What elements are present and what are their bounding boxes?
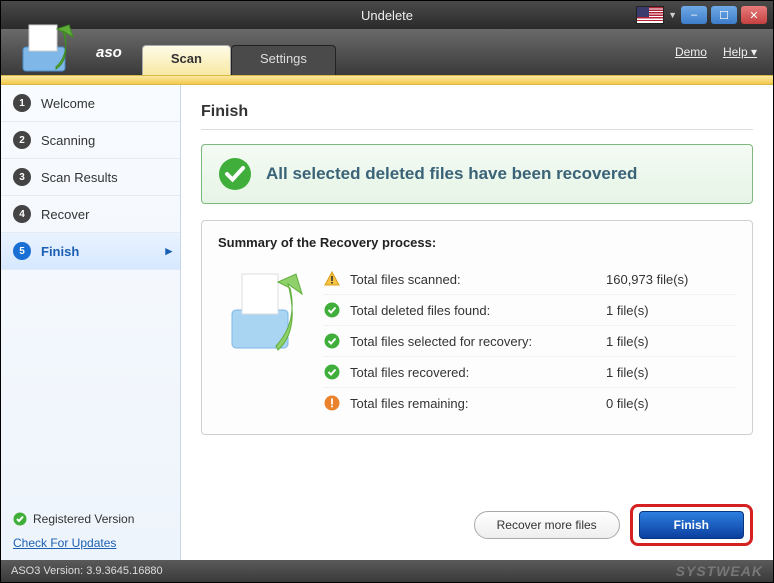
sidebar-step-recover[interactable]: 4 Recover — [1, 196, 180, 233]
sidebar-step-scan-results[interactable]: 3 Scan Results — [1, 159, 180, 196]
statusbar: ASO3 Version: 3.9.3645.16880 SYSTWEAK — [1, 560, 773, 582]
summary-row-label: Total files remaining: — [350, 396, 606, 411]
step-label: Scan Results — [41, 170, 118, 185]
success-message: All selected deleted files have been rec… — [266, 164, 637, 184]
brand-label: aso — [96, 44, 122, 61]
watermark: SYSTWEAK — [676, 563, 763, 579]
summary-row: Total files remaining:0 file(s) — [324, 388, 736, 418]
summary-row-value: 1 file(s) — [606, 303, 736, 318]
summary-row: Total files scanned:160,973 file(s) — [324, 264, 736, 295]
registered-status: Registered Version — [13, 512, 168, 526]
error-icon — [324, 395, 340, 411]
check-updates-link[interactable]: Check For Updates — [13, 536, 168, 550]
sidebar: 1 Welcome 2 Scanning 3 Scan Results 4 Re… — [1, 85, 181, 560]
step-number-icon: 4 — [13, 205, 31, 223]
language-dropdown-icon[interactable]: ▼ — [668, 10, 677, 20]
summary-row: Total files recovered:1 file(s) — [324, 357, 736, 388]
gold-separator — [1, 75, 773, 85]
step-number-icon: 2 — [13, 131, 31, 149]
version-label: ASO3 Version: 3.9.3645.16880 — [11, 565, 163, 577]
step-number-icon: 3 — [13, 168, 31, 186]
titlebar: Undelete ▼ – ☐ ✕ — [1, 1, 773, 29]
main-content: Finish All selected deleted files have b… — [181, 85, 773, 560]
sidebar-step-finish[interactable]: 5 Finish — [1, 233, 180, 270]
tab-settings[interactable]: Settings — [231, 45, 336, 75]
sidebar-step-scanning[interactable]: 2 Scanning — [1, 122, 180, 159]
step-label: Recover — [41, 207, 89, 222]
summary-panel: Summary of the Recovery process: Total f… — [201, 220, 753, 435]
help-link[interactable]: Help ▾ — [723, 45, 757, 59]
sidebar-step-welcome[interactable]: 1 Welcome — [1, 85, 180, 122]
step-label: Welcome — [41, 96, 95, 111]
summary-title: Summary of the Recovery process: — [218, 235, 736, 250]
summary-row-value: 160,973 file(s) — [606, 272, 736, 287]
divider — [201, 129, 753, 130]
check-icon — [324, 333, 340, 349]
summary-row: Total files selected for recovery:1 file… — [324, 326, 736, 357]
step-label: Finish — [41, 244, 79, 259]
check-icon — [13, 512, 27, 526]
summary-row-label: Total deleted files found: — [350, 303, 606, 318]
step-number-icon: 1 — [13, 94, 31, 112]
success-banner: All selected deleted files have been rec… — [201, 144, 753, 204]
demo-link[interactable]: Demo — [675, 45, 707, 59]
summary-row-value: 1 file(s) — [606, 365, 736, 380]
success-check-icon — [218, 157, 252, 191]
header: aso Scan Settings Demo Help ▾ — [1, 29, 773, 75]
tab-scan[interactable]: Scan — [142, 45, 231, 75]
maximize-button[interactable]: ☐ — [711, 6, 737, 24]
recover-more-button[interactable]: Recover more files — [474, 511, 620, 539]
page-title: Finish — [201, 103, 753, 121]
shredder-logo-icon — [11, 19, 81, 79]
check-icon — [324, 302, 340, 318]
summary-row: Total deleted files found:1 file(s) — [324, 295, 736, 326]
summary-row-value: 0 file(s) — [606, 396, 736, 411]
summary-row-value: 1 file(s) — [606, 334, 736, 349]
check-icon — [324, 364, 340, 380]
summary-row-label: Total files recovered: — [350, 365, 606, 380]
finish-button-highlight: Finish — [630, 504, 753, 546]
step-label: Scanning — [41, 133, 95, 148]
close-button[interactable]: ✕ — [741, 6, 767, 24]
window-title: Undelete — [361, 8, 413, 23]
minimize-button[interactable]: – — [681, 6, 707, 24]
summary-row-label: Total files selected for recovery: — [350, 334, 606, 349]
summary-row-label: Total files scanned: — [350, 272, 606, 287]
language-flag-icon[interactable] — [636, 6, 664, 24]
shredder-summary-icon — [218, 264, 308, 364]
step-number-icon: 5 — [13, 242, 31, 260]
finish-button[interactable]: Finish — [639, 511, 744, 539]
warning-icon — [324, 271, 340, 287]
